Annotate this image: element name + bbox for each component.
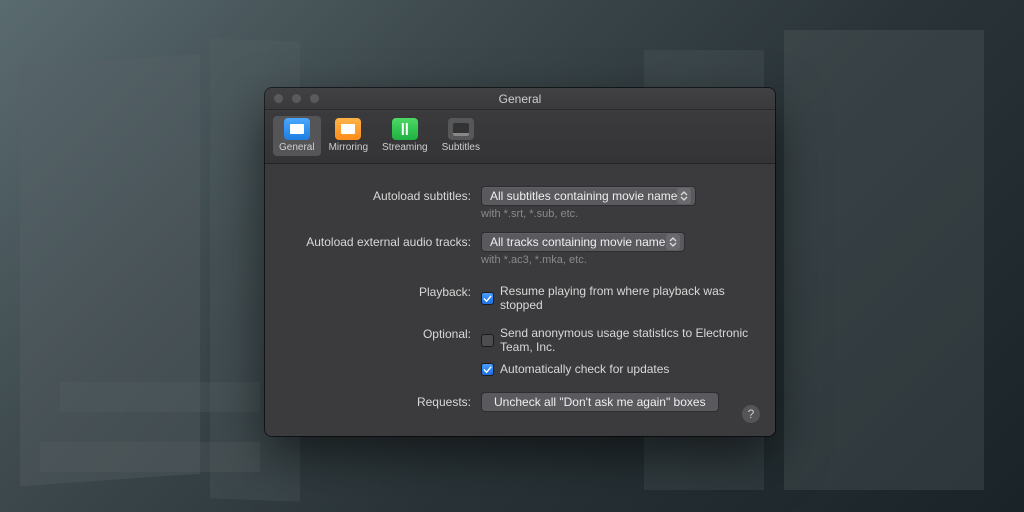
content-pane: Autoload subtitles: All subtitles contai… bbox=[265, 164, 775, 436]
tab-label: Streaming bbox=[382, 142, 428, 153]
tab-label: Mirroring bbox=[329, 142, 368, 153]
tab-label: Subtitles bbox=[442, 142, 480, 153]
general-icon bbox=[284, 118, 310, 140]
tab-label: General bbox=[279, 142, 315, 153]
optional-label: Optional: bbox=[291, 324, 481, 341]
streaming-icon bbox=[392, 118, 418, 140]
select-value: All tracks containing movie name bbox=[490, 235, 665, 249]
tab-streaming[interactable]: Streaming bbox=[376, 116, 434, 156]
autoload-subtitles-select[interactable]: All subtitles containing movie name bbox=[481, 186, 696, 206]
send-stats-checkbox[interactable] bbox=[481, 334, 494, 347]
autoload-audio-label: Autoload external audio tracks: bbox=[291, 232, 481, 249]
preferences-window: General General Mirroring Streaming Subt… bbox=[265, 88, 775, 436]
playback-label: Playback: bbox=[291, 282, 481, 299]
mirroring-icon bbox=[335, 118, 361, 140]
help-button[interactable]: ? bbox=[741, 404, 761, 424]
help-icon: ? bbox=[748, 407, 755, 421]
minimize-icon[interactable] bbox=[291, 93, 302, 104]
button-label: Uncheck all "Don't ask me again" boxes bbox=[494, 395, 706, 409]
check-updates-label: Automatically check for updates bbox=[500, 362, 669, 376]
select-value: All subtitles containing movie name bbox=[490, 189, 677, 203]
zoom-icon[interactable] bbox=[309, 93, 320, 104]
send-stats-label: Send anonymous usage statistics to Elect… bbox=[500, 326, 749, 354]
subtitles-icon bbox=[448, 118, 474, 140]
check-updates-checkbox[interactable] bbox=[481, 363, 494, 376]
resume-playback-label: Resume playing from where playback was s… bbox=[500, 284, 749, 312]
tab-general[interactable]: General bbox=[273, 116, 321, 156]
close-icon[interactable] bbox=[273, 93, 284, 104]
toolbar: General Mirroring Streaming Subtitles bbox=[265, 110, 775, 164]
updown-icon bbox=[677, 188, 691, 204]
autoload-audio-select[interactable]: All tracks containing movie name bbox=[481, 232, 685, 252]
window-title: General bbox=[499, 92, 542, 106]
requests-label: Requests: bbox=[291, 392, 481, 409]
window-controls bbox=[273, 93, 320, 104]
tab-mirroring[interactable]: Mirroring bbox=[323, 116, 374, 156]
titlebar[interactable]: General bbox=[265, 88, 775, 110]
resume-playback-checkbox[interactable] bbox=[481, 292, 494, 305]
autoload-audio-hint: with *.ac3, *.mka, etc. bbox=[481, 254, 749, 266]
autoload-subtitles-hint: with *.srt, *.sub, etc. bbox=[481, 208, 749, 220]
uncheck-all-button[interactable]: Uncheck all "Don't ask me again" boxes bbox=[481, 392, 719, 412]
updown-icon bbox=[666, 234, 680, 250]
tab-subtitles[interactable]: Subtitles bbox=[436, 116, 486, 156]
autoload-subtitles-label: Autoload subtitles: bbox=[291, 186, 481, 203]
